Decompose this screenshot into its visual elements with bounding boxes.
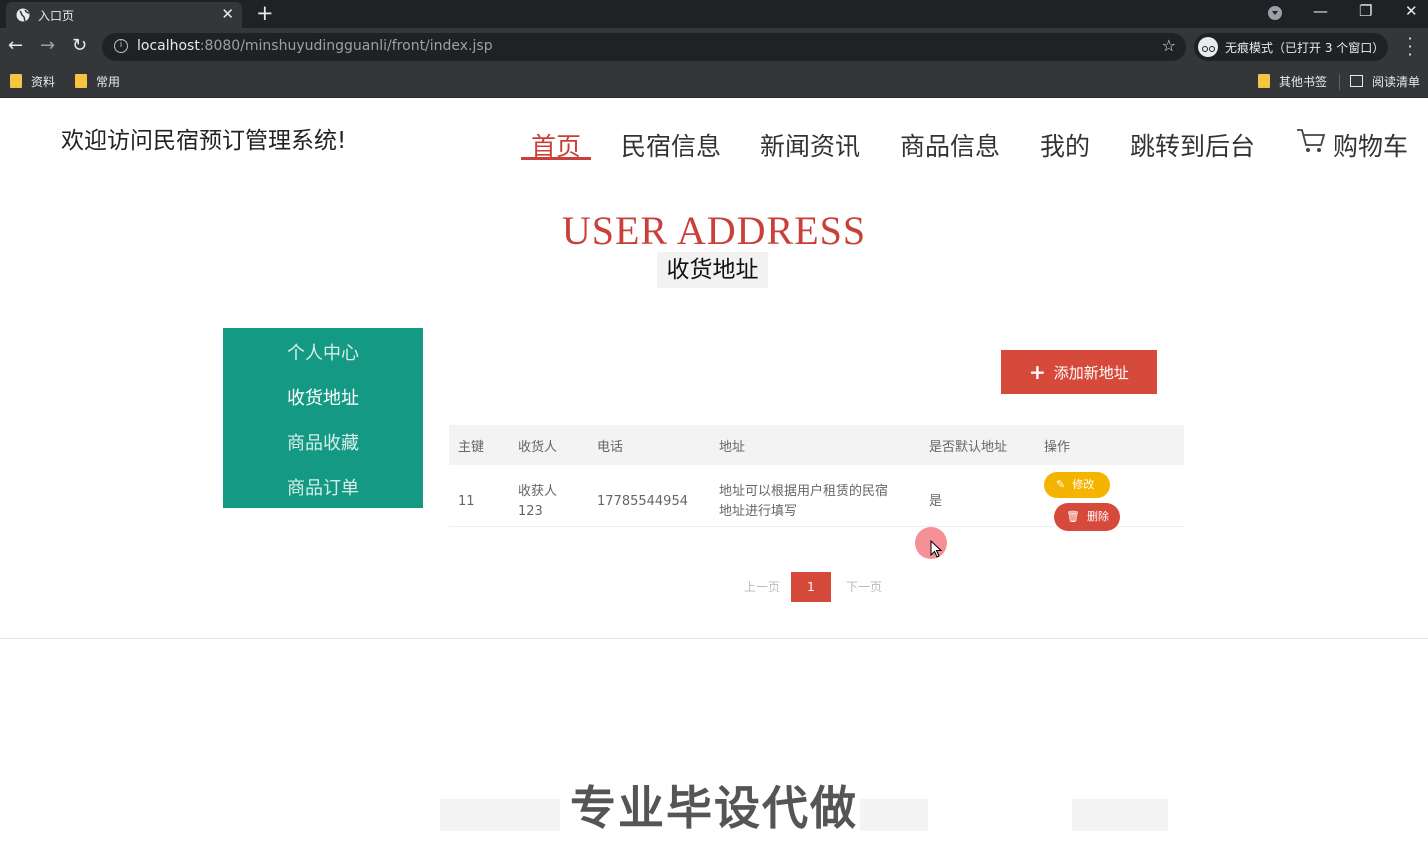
browser-toolbar: ← → ↻ i localhost:8080/minshuyudingguanl…: [0, 28, 1428, 66]
cell-address: 地址可以根据用户租赁的民宿地址进行填写: [719, 484, 889, 519]
bookmark-folder-changyong[interactable]: 常用: [75, 73, 120, 90]
add-address-button[interactable]: + 添加新地址: [1001, 350, 1157, 394]
add-address-label: 添加新地址: [1053, 364, 1129, 382]
sidebar-item-favorites[interactable]: 商品收藏: [287, 429, 359, 455]
delete-label: 删除: [1086, 510, 1109, 523]
other-bookmarks[interactable]: 其他书签: [1258, 73, 1327, 90]
section-title-en: USER ADDRESS: [561, 208, 867, 253]
footer-divider: [0, 638, 1428, 639]
nav-news[interactable]: 新闻资讯: [760, 127, 860, 163]
folder-icon: [1258, 74, 1270, 88]
url-host: localhost: [137, 38, 200, 54]
nav-homestay-info[interactable]: 民宿信息: [621, 127, 721, 163]
column-header-actions: 操作: [1044, 440, 1071, 455]
incognito-indicator[interactable]: 无痕模式（已打开 3 个窗口）: [1194, 33, 1388, 61]
reading-list[interactable]: 阅读清单: [1350, 73, 1420, 90]
cell-id: 11: [458, 494, 475, 509]
shopping-cart-icon[interactable]: [1296, 127, 1326, 155]
globe-icon: [16, 8, 30, 22]
bookmark-folder-ziliao[interactable]: 资料: [10, 73, 55, 90]
column-header-default: 是否默认地址: [929, 440, 1008, 455]
nav-mine[interactable]: 我的: [1040, 127, 1090, 163]
web-page: 欢迎访问民宿预订管理系统! 首页 民宿信息 新闻资讯 商品信息 我的 跳转到后台…: [0, 99, 1428, 850]
watermark-text: 专业毕设代做: [570, 781, 858, 835]
bookmarks-bar: 资料 常用 其他书签 阅读清单: [0, 66, 1428, 98]
incognito-label: 无痕模式（已打开 3 个窗口）: [1225, 41, 1385, 55]
edit-label: 修改: [1072, 478, 1095, 491]
delete-button[interactable]: 🗑 删除: [1054, 503, 1120, 531]
bookmark-separator: [1339, 74, 1340, 90]
user-sidebar: 个人中心 收货地址 商品收藏 商品订单: [223, 328, 423, 508]
url-path: :8080/minshuyudingguanli/front/index.jsp: [199, 38, 493, 54]
bookmark-label: 常用: [96, 75, 121, 89]
tab-title: 入口页: [38, 9, 75, 23]
plus-icon: +: [1029, 360, 1046, 384]
sidebar-item-orders[interactable]: 商品订单: [287, 474, 359, 500]
forward-arrow-icon[interactable]: →: [40, 36, 55, 56]
nav-active-underline: [521, 157, 591, 160]
current-page-button[interactable]: 1: [791, 572, 831, 602]
reading-list-label: 阅读清单: [1372, 75, 1421, 89]
back-arrow-icon[interactable]: ←: [8, 36, 23, 56]
cell-default: 是: [929, 494, 943, 509]
column-header-phone: 电话: [597, 440, 624, 455]
table-row: 11 收获人123 17785544954 地址可以根据用户租赁的民宿地址进行填…: [449, 465, 1184, 531]
site-welcome-title: 欢迎访问民宿预订管理系统!: [61, 128, 347, 154]
close-tab-icon[interactable]: ✕: [221, 5, 234, 23]
folder-icon: [75, 74, 87, 88]
pagination: 上一页 1 下一页: [0, 572, 1428, 602]
prev-page-button[interactable]: 上一页: [744, 578, 780, 595]
site-info-icon[interactable]: i: [114, 39, 128, 53]
column-header-id: 主键: [458, 440, 485, 455]
mouse-pointer-icon: [930, 540, 943, 558]
url-text[interactable]: localhost:8080/minshuyudingguanli/front/…: [137, 38, 493, 54]
new-tab-button[interactable]: +: [256, 1, 274, 25]
close-window-icon[interactable]: ✕: [1405, 1, 1418, 21]
folder-icon: [10, 74, 22, 88]
sidebar-item-shipping-address[interactable]: 收货地址: [287, 384, 359, 410]
tab-search-icon[interactable]: [1268, 6, 1282, 20]
bookmark-star-icon[interactable]: ☆: [1162, 36, 1176, 55]
browser-tab-strip: 入口页 ✕ + — ❐ ✕: [0, 0, 1428, 28]
cell-receiver: 收获人123: [518, 484, 558, 519]
incognito-icon: [1198, 37, 1218, 57]
browser-menu-icon[interactable]: · · ·: [1405, 31, 1415, 63]
nav-cart[interactable]: 购物车: [1333, 127, 1408, 163]
cell-phone: 17785544954: [597, 494, 688, 509]
next-page-button[interactable]: 下一页: [846, 578, 882, 595]
column-header-receiver: 收货人: [518, 440, 558, 455]
reading-list-icon: [1350, 75, 1363, 87]
sidebar-item-personal-center[interactable]: 个人中心: [287, 339, 359, 365]
nav-products[interactable]: 商品信息: [900, 127, 1000, 163]
nav-admin[interactable]: 跳转到后台: [1130, 127, 1255, 163]
edit-button[interactable]: ✎ 修改: [1044, 472, 1110, 498]
table-header: 主键 收货人 电话 地址 是否默认地址 操作: [449, 425, 1184, 465]
other-bookmarks-label: 其他书签: [1279, 75, 1328, 89]
bookmark-label: 资料: [31, 75, 56, 89]
minimize-window-icon[interactable]: —: [1313, 1, 1328, 21]
column-header-address: 地址: [719, 440, 746, 455]
section-title-cn: 收货地址: [657, 252, 768, 288]
address-bar[interactable]: i localhost:8080/minshuyudingguanli/fron…: [102, 33, 1186, 61]
browser-tab[interactable]: 入口页 ✕: [6, 2, 242, 28]
reload-icon[interactable]: ↻: [72, 36, 87, 56]
restore-window-icon[interactable]: ❐: [1359, 1, 1372, 21]
